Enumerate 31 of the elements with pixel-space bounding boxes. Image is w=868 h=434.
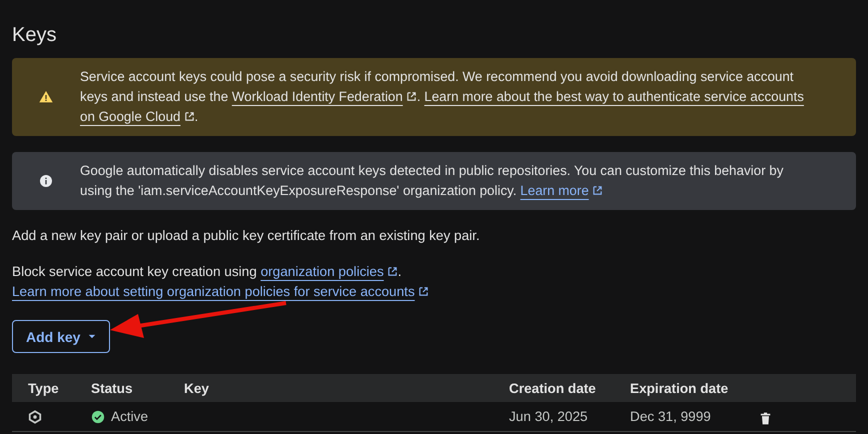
- column-header: Status: [91, 380, 134, 396]
- table-cell-text: Jun 30, 2025: [509, 409, 589, 424]
- banner-link[interactable]: Learn more about the best way to authenticate service accounts: [424, 89, 804, 104]
- column-header: Type: [27, 380, 60, 396]
- warning-icon: [38, 89, 54, 105]
- table-cell-text: Dec 31, 9999: [630, 409, 712, 424]
- external-link-icon: [184, 111, 195, 122]
- policy-link[interactable]: organization policies: [260, 264, 398, 279]
- add-key-button[interactable]: Add key: [12, 320, 110, 353]
- hexagon-icon: [28, 410, 42, 424]
- policy-link[interactable]: Learn more about setting organization policies for service accounts: [12, 284, 429, 299]
- description-text: Add a new key pair or upload a public key certificate from an existing key pair.: [12, 227, 481, 245]
- page-title: Keys: [12, 23, 58, 48]
- external-link-icon: [418, 286, 429, 297]
- delete-icon[interactable]: [760, 412, 771, 424]
- banner-link[interactable]: on Google Cloud: [80, 109, 195, 124]
- column-header: Expiration date: [630, 380, 730, 396]
- external-link-icon: [592, 185, 603, 196]
- column-header: Key: [184, 380, 210, 396]
- banner-link[interactable]: Learn more: [520, 183, 603, 198]
- banner-text: Google automatically disables service account keys detected in public repositories. You can customize this behavior by using the 'iam.serviceAccountKeyExposureResponse' organization policy. Learn more: [80, 162, 784, 200]
- status-text: Active: [111, 409, 148, 424]
- external-link-icon: [386, 266, 398, 277]
- check-circle-icon: [91, 410, 105, 424]
- info-icon: [38, 173, 54, 189]
- banner-link[interactable]: Workload Identity Federation: [232, 89, 417, 104]
- description-text: Block service account key creation using organization policies .: [12, 263, 403, 281]
- external-link-icon: [406, 91, 417, 102]
- banner-text: Service account keys could pose a security risk if compromised. We recommend you avoid downloading service account keys and instead use the Workload Identity Federation . Learn more about the best way to authenticate service accounts on Google Cloud .: [80, 68, 805, 126]
- column-header: Creation date: [509, 380, 597, 396]
- caret-icon: [88, 334, 96, 339]
